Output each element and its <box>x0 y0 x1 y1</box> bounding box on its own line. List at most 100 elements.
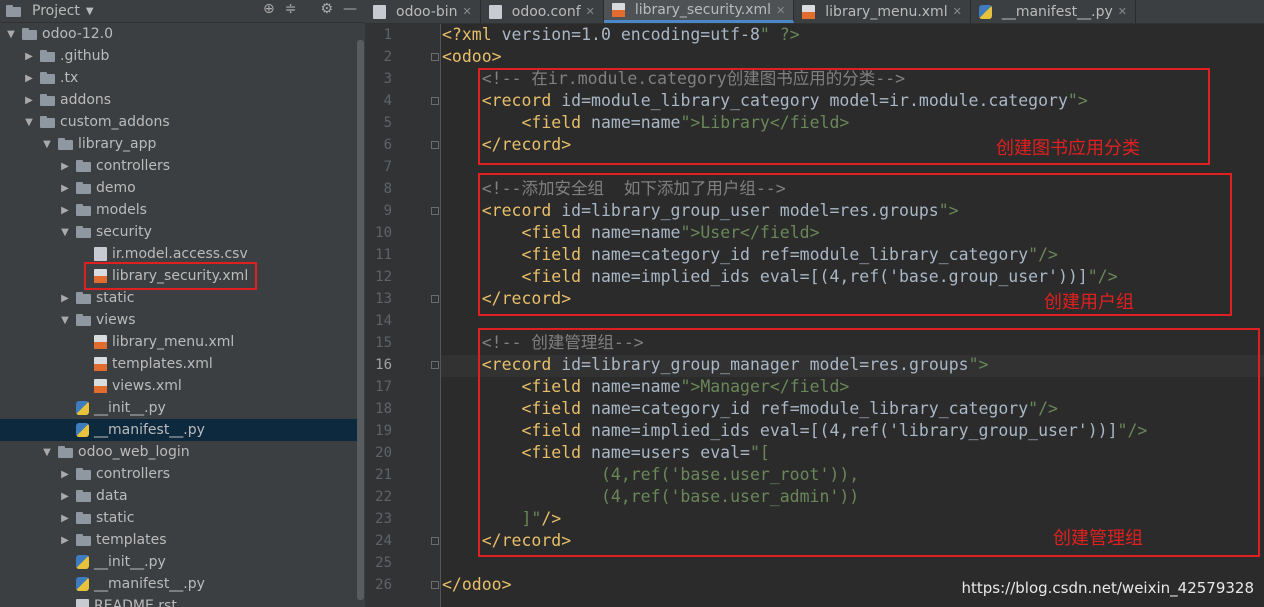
line-number: 16 <box>375 357 392 373</box>
editor-tab[interactable]: __manifest__.py ✕ <box>971 0 1136 23</box>
expand-arrow-icon[interactable]: ▼ <box>6 29 16 40</box>
fold-marker-icon[interactable] <box>431 53 439 61</box>
folder-icon <box>40 94 56 106</box>
folder-icon <box>76 512 92 524</box>
project-view-selector[interactable]: Project ▼ <box>0 3 94 19</box>
fold-marker-icon[interactable] <box>431 581 439 589</box>
chevron-down-icon: ▼ <box>85 5 94 17</box>
fold-marker-icon[interactable] <box>431 295 439 303</box>
collapse-arrow-icon[interactable]: ▶ <box>60 293 70 304</box>
project-title: Project <box>32 3 80 19</box>
tree-item[interactable]: __manifest__.py <box>0 573 357 595</box>
fold-marker-icon[interactable] <box>431 97 439 105</box>
code-line: <field name=implied_ids eval=[(4,ref('ba… <box>521 267 1118 286</box>
close-tab-icon[interactable]: ✕ <box>776 4 785 17</box>
tree-item[interactable]: ▶ controllers <box>0 155 357 177</box>
tree-item[interactable]: ▶ .tx <box>0 67 357 89</box>
tree-item[interactable]: ▼ library_app <box>0 133 357 155</box>
tree-item-label: __init__.py <box>94 400 166 416</box>
tree-item[interactable]: __init__.py <box>0 397 357 419</box>
tree-item[interactable]: views.xml <box>0 375 357 397</box>
tree-item[interactable]: library_menu.xml <box>0 331 357 353</box>
tree-item-label: views.xml <box>112 378 182 394</box>
folder-icon <box>76 204 92 216</box>
csv-file-icon <box>94 247 107 261</box>
xml-file-icon <box>802 4 816 19</box>
tree-item[interactable]: ▼ odoo_web_login <box>0 441 357 463</box>
fold-marker-icon[interactable] <box>431 537 439 545</box>
tree-item[interactable]: ▶ demo <box>0 177 357 199</box>
tree-item[interactable]: __manifest__.py <box>0 419 357 441</box>
py-file-icon <box>76 401 89 415</box>
collapse-arrow-icon[interactable]: ▶ <box>60 161 70 172</box>
tree-item[interactable]: ▶ addons <box>0 89 357 111</box>
tree-item[interactable]: __init__.py <box>0 551 357 573</box>
code-line: <odoo> <box>442 47 502 66</box>
project-panel: Project ▼ ⊕ ≑ ⚙ — ▼ odoo-12.0 ▶ .github ▶ .tx… <box>0 0 365 607</box>
tree-item[interactable]: ▼ security <box>0 221 357 243</box>
tree-item[interactable]: ▶ templates <box>0 529 357 551</box>
code-line: <field name=name">Manager</field> <box>521 377 850 396</box>
target-icon[interactable]: ⊕ <box>263 1 275 17</box>
folder-icon <box>76 226 92 238</box>
line-number: 14 <box>375 313 392 329</box>
expand-arrow-icon[interactable]: ▼ <box>60 315 70 326</box>
tree-item[interactable]: ▼ views <box>0 309 357 331</box>
expand-arrow-icon[interactable]: ▼ <box>42 447 52 458</box>
tree-item[interactable]: ▶ data <box>0 485 357 507</box>
line-number: 25 <box>375 555 392 571</box>
tree-item[interactable]: library_security.xml <box>0 265 357 287</box>
sidebar-scrollbar[interactable] <box>357 40 364 600</box>
tree-item[interactable]: ▼ odoo-12.0 <box>0 23 357 45</box>
folder-icon <box>76 160 92 172</box>
expand-arrow-icon[interactable]: ▼ <box>24 117 34 128</box>
fold-marker-icon[interactable] <box>431 141 439 149</box>
tree-item[interactable]: ▶ .github <box>0 45 357 67</box>
minimize-icon[interactable]: — <box>343 1 357 17</box>
collapse-arrow-icon[interactable]: ▶ <box>24 95 34 106</box>
tree-item[interactable]: README.rst <box>0 595 357 607</box>
code-line: <field name=category_id ref=module_libra… <box>521 245 1058 264</box>
fold-marker-icon[interactable] <box>431 361 439 369</box>
collapse-arrow-icon[interactable]: ▶ <box>60 535 70 546</box>
tree-item-label: models <box>96 202 147 218</box>
tree-item[interactable]: ▶ controllers <box>0 463 357 485</box>
tree-item[interactable]: ir.model.access.csv <box>0 243 357 265</box>
collapse-arrow-icon[interactable]: ▶ <box>24 73 34 84</box>
folder-icon <box>58 138 74 150</box>
line-number: 22 <box>375 489 392 505</box>
editor-tab[interactable]: library_security.xml ✕ <box>603 0 795 23</box>
tree-item[interactable]: ▼ custom_addons <box>0 111 357 133</box>
collapse-arrow-icon[interactable]: ▶ <box>60 469 70 480</box>
tree-item[interactable]: ▶ static <box>0 287 357 309</box>
tree-item-label: templates.xml <box>112 356 213 372</box>
expand-arrow-icon[interactable]: ▼ <box>60 227 70 238</box>
python-file-icon <box>978 4 992 19</box>
editor-tab[interactable]: odoo.conf ✕ <box>481 0 604 23</box>
close-tab-icon[interactable]: ✕ <box>953 5 962 18</box>
line-number: 20 <box>375 445 392 461</box>
close-tab-icon[interactable]: ✕ <box>586 5 595 18</box>
annotation-manager-group: 创建管理组 <box>1053 528 1143 549</box>
editor-tab[interactable]: odoo-bin ✕ <box>365 0 481 23</box>
collapse-arrow-icon[interactable]: ▶ <box>60 491 70 502</box>
gear-icon[interactable]: ⚙ <box>320 1 333 17</box>
line-number: 17 <box>375 379 392 395</box>
close-tab-icon[interactable]: ✕ <box>1118 5 1127 18</box>
tree-item[interactable]: templates.xml <box>0 353 357 375</box>
close-tab-icon[interactable]: ✕ <box>463 5 472 18</box>
tree-item-label: odoo-12.0 <box>42 26 114 42</box>
tree-item[interactable]: ▶ static <box>0 507 357 529</box>
line-number: 13 <box>375 291 392 307</box>
collapse-arrow-icon[interactable]: ▶ <box>60 183 70 194</box>
collapse-arrow-icon[interactable]: ▶ <box>60 205 70 216</box>
tree-item[interactable]: ▶ models <box>0 199 357 221</box>
line-number: 26 <box>375 577 392 593</box>
collapse-arrow-icon[interactable]: ▶ <box>24 51 34 62</box>
fold-marker-icon[interactable] <box>431 207 439 215</box>
collapse-icon[interactable]: ≑ <box>285 1 297 17</box>
collapse-arrow-icon[interactable]: ▶ <box>60 513 70 524</box>
editor-tab[interactable]: library_menu.xml ✕ <box>794 0 971 23</box>
line-number: 21 <box>375 467 392 483</box>
expand-arrow-icon[interactable]: ▼ <box>42 139 52 150</box>
